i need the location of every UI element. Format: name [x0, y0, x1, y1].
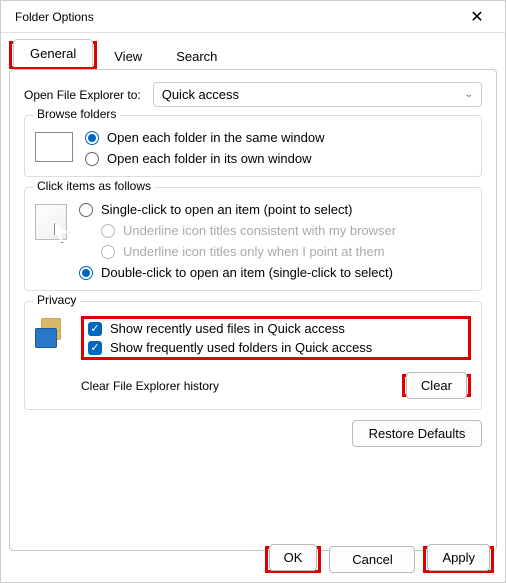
radio-double-click[interactable]: Double-click to open an item (single-cli… — [79, 265, 396, 280]
restore-row: Restore Defaults — [24, 420, 482, 447]
clear-history-row: Clear File Explorer history Clear — [81, 374, 471, 397]
chevron-down-icon: ⌄ — [465, 89, 473, 100]
folder-icon — [35, 132, 73, 162]
radio-single-click[interactable]: Single-click to open an item (point to s… — [79, 202, 396, 217]
check-recent-label: Show recently used files in Quick access — [110, 321, 345, 336]
radio-icon — [101, 245, 115, 259]
radio-underline-browser-label: Underline icon titles consistent with my… — [123, 223, 396, 238]
check-show-frequent[interactable]: ✓ Show frequently used folders in Quick … — [88, 340, 464, 355]
browse-legend: Browse folders — [33, 107, 120, 121]
radio-icon — [79, 203, 93, 217]
dialog-footer: OK Cancel Apply — [265, 546, 494, 573]
ok-button[interactable]: OK — [269, 544, 318, 571]
open-explorer-row: Open File Explorer to: Quick access ⌄ — [24, 82, 482, 107]
highlight-clear-button: Clear — [402, 374, 471, 397]
click-icon — [35, 204, 67, 240]
radio-icon — [79, 266, 93, 280]
radio-single-label: Single-click to open an item (point to s… — [101, 202, 352, 217]
radio-double-label: Double-click to open an item (single-cli… — [101, 265, 393, 280]
radio-own-label: Open each folder in its own window — [107, 151, 312, 166]
window-title: Folder Options — [15, 10, 94, 24]
browse-folders-group: Browse folders Open each folder in the s… — [24, 115, 482, 177]
restore-defaults-button[interactable]: Restore Defaults — [352, 420, 482, 447]
check-frequent-label: Show frequently used folders in Quick ac… — [110, 340, 372, 355]
tab-content: Open File Explorer to: Quick access ⌄ Br… — [9, 69, 497, 551]
tab-view[interactable]: View — [97, 42, 159, 70]
radio-icon — [85, 131, 99, 145]
apply-button[interactable]: Apply — [427, 544, 490, 571]
click-legend: Click items as follows — [33, 179, 155, 193]
highlight-general-tab: General — [9, 41, 97, 69]
close-icon[interactable]: ✕ — [457, 7, 497, 27]
open-explorer-dropdown[interactable]: Quick access ⌄ — [153, 82, 482, 107]
check-show-recent[interactable]: ✓ Show recently used files in Quick acce… — [88, 321, 464, 336]
tab-general[interactable]: General — [13, 39, 93, 67]
open-explorer-value: Quick access — [162, 87, 239, 102]
radio-icon — [101, 224, 115, 238]
radio-same-label: Open each folder in the same window — [107, 130, 325, 145]
tab-bar: General View Search — [1, 33, 505, 69]
privacy-group: Privacy ✓ Show recently used files in Qu… — [24, 301, 482, 410]
radio-own-window[interactable]: Open each folder in its own window — [85, 151, 325, 166]
privacy-legend: Privacy — [33, 293, 80, 307]
highlight-privacy-checks: ✓ Show recently used files in Quick acce… — [81, 316, 471, 360]
privacy-icon — [35, 318, 69, 348]
highlight-ok-button: OK — [265, 546, 322, 573]
checkbox-icon: ✓ — [88, 322, 102, 336]
checkbox-icon: ✓ — [88, 341, 102, 355]
radio-same-window[interactable]: Open each folder in the same window — [85, 130, 325, 145]
radio-underline-point: Underline icon titles only when I point … — [101, 244, 396, 259]
clear-history-label: Clear File Explorer history — [81, 379, 219, 393]
tab-search[interactable]: Search — [159, 42, 234, 70]
open-explorer-label: Open File Explorer to: — [24, 88, 141, 102]
click-items-group: Click items as follows Single-click to o… — [24, 187, 482, 291]
radio-underline-browser: Underline icon titles consistent with my… — [101, 223, 396, 238]
cancel-button[interactable]: Cancel — [329, 546, 415, 573]
highlight-apply-button: Apply — [423, 546, 494, 573]
radio-icon — [85, 152, 99, 166]
radio-underline-point-label: Underline icon titles only when I point … — [123, 244, 385, 259]
clear-button[interactable]: Clear — [406, 372, 467, 399]
titlebar: Folder Options ✕ — [1, 1, 505, 33]
